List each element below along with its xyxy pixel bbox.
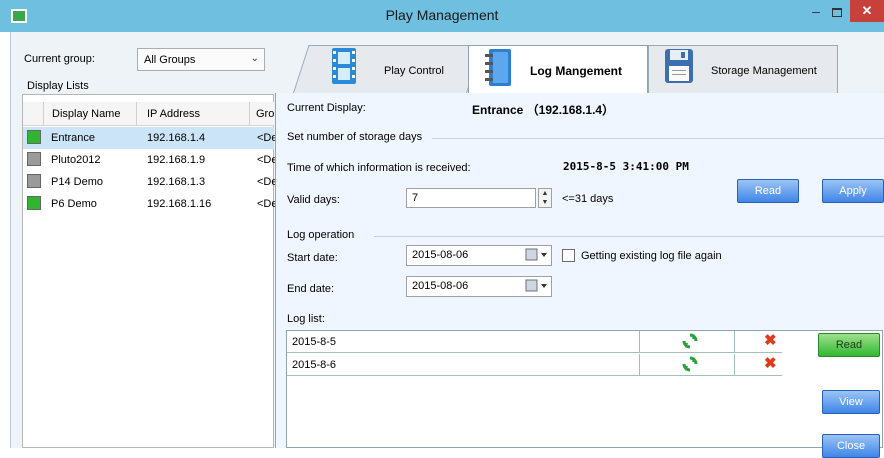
- ip-address-cell: 192.168.1.3: [147, 176, 206, 188]
- stepper-arrows-icon: ▲ ▼: [541, 190, 549, 206]
- time-received-value: 2015-8-5 3:41:00 PM: [563, 160, 689, 173]
- refresh-icon[interactable]: [682, 356, 698, 372]
- current-display-label: Current Display:: [287, 102, 366, 114]
- tab-storage-management-label: Storage Management: [711, 65, 817, 77]
- tab-log-management-label: Log Mangement: [530, 64, 622, 78]
- chevron-down-icon: ⌄: [250, 53, 259, 64]
- calendar-dropdown-icon[interactable]: [524, 245, 550, 265]
- refresh-icon[interactable]: [682, 333, 698, 349]
- display-row[interactable]: P14 Demo 192.168.1.3 <De: [23, 171, 278, 193]
- existing-log-checkbox-label: Getting existing log file again: [581, 250, 722, 262]
- minimize-button[interactable]: –: [806, 4, 826, 22]
- start-date-value: 2015-08-06: [412, 249, 469, 261]
- log-date: 2015-8-5: [292, 336, 337, 348]
- divider: [432, 138, 884, 139]
- start-date-label: Start date:: [287, 252, 338, 264]
- log-date: 2015-8-6: [292, 359, 337, 371]
- film-icon: [332, 48, 356, 84]
- display-row[interactable]: Entrance 192.168.1.4 <De: [23, 127, 278, 149]
- read-storage-button[interactable]: Read: [737, 179, 799, 203]
- group-select[interactable]: All Groups ⌄: [137, 48, 265, 71]
- delete-icon[interactable]: ✖: [764, 333, 777, 349]
- title-bar: Play Management: [0, 0, 884, 32]
- read-log-button[interactable]: Read: [818, 333, 880, 357]
- close-button[interactable]: ✕: [850, 0, 884, 22]
- end-date-label: End date:: [287, 283, 335, 295]
- close-log-button[interactable]: Close: [822, 434, 880, 458]
- save-disk-icon: [665, 49, 693, 83]
- app-icon: [11, 9, 27, 23]
- existing-log-checkbox[interactable]: [562, 249, 575, 262]
- display-name-cell: Pluto2012: [51, 154, 101, 166]
- maximize-button[interactable]: [828, 4, 848, 22]
- status-indicator-icon: [27, 152, 41, 166]
- column-header-display-name[interactable]: Display Name: [52, 108, 120, 120]
- storage-section-label: Set number of storage days: [287, 131, 423, 143]
- valid-days-label: Valid days:: [287, 194, 340, 206]
- notebook-icon: [485, 49, 511, 86]
- status-indicator-icon: [27, 174, 41, 188]
- end-date-value: 2015-08-06: [412, 280, 469, 292]
- status-indicator-icon: [27, 196, 41, 210]
- valid-days-input[interactable]: 7: [406, 188, 536, 208]
- display-row[interactable]: P6 Demo 192.168.1.16 <De: [23, 193, 278, 215]
- calendar-dropdown-icon[interactable]: [524, 276, 550, 296]
- column-header-group[interactable]: Gro: [256, 108, 274, 120]
- ip-address-cell: 192.168.1.4: [147, 132, 206, 144]
- display-name-cell: Entrance: [51, 132, 96, 144]
- tab-play-control-label: Play Control: [384, 65, 444, 77]
- display-row[interactable]: Pluto2012 192.168.1.9 <De: [23, 149, 278, 171]
- window-title: Play Management: [385, 7, 499, 23]
- ip-address-cell: 192.168.1.16: [147, 198, 212, 210]
- divider: [374, 236, 884, 237]
- list-header: Display Name IP Address Gro: [23, 102, 274, 126]
- group-select-value: All Groups: [144, 54, 196, 66]
- log-row[interactable]: 2015-8-6 ✖: [287, 354, 782, 376]
- delete-icon[interactable]: ✖: [764, 356, 777, 372]
- log-row[interactable]: 2015-8-5 ✖: [287, 331, 782, 353]
- status-indicator-icon: [27, 130, 41, 144]
- apply-button[interactable]: Apply: [822, 179, 884, 203]
- valid-days-hint: <=31 days: [562, 193, 614, 205]
- display-lists-label: Display Lists: [27, 80, 89, 92]
- display-name-cell: P6 Demo: [51, 198, 97, 210]
- column-header-ip-address[interactable]: IP Address: [147, 108, 200, 120]
- log-operation-label: Log operation: [287, 229, 355, 241]
- display-name-cell: P14 Demo: [51, 176, 103, 188]
- valid-days-stepper[interactable]: ▲ ▼: [538, 188, 552, 208]
- current-group-label: Current group:: [24, 53, 95, 65]
- view-button[interactable]: View: [822, 390, 880, 414]
- log-list-label: Log list:: [287, 313, 325, 325]
- ip-address-cell: 192.168.1.9: [147, 154, 206, 166]
- time-received-label: Time of which information is received:: [287, 162, 471, 174]
- current-display-value: Entrance （192.168.1.4）: [472, 103, 615, 117]
- maximize-icon: [832, 8, 842, 17]
